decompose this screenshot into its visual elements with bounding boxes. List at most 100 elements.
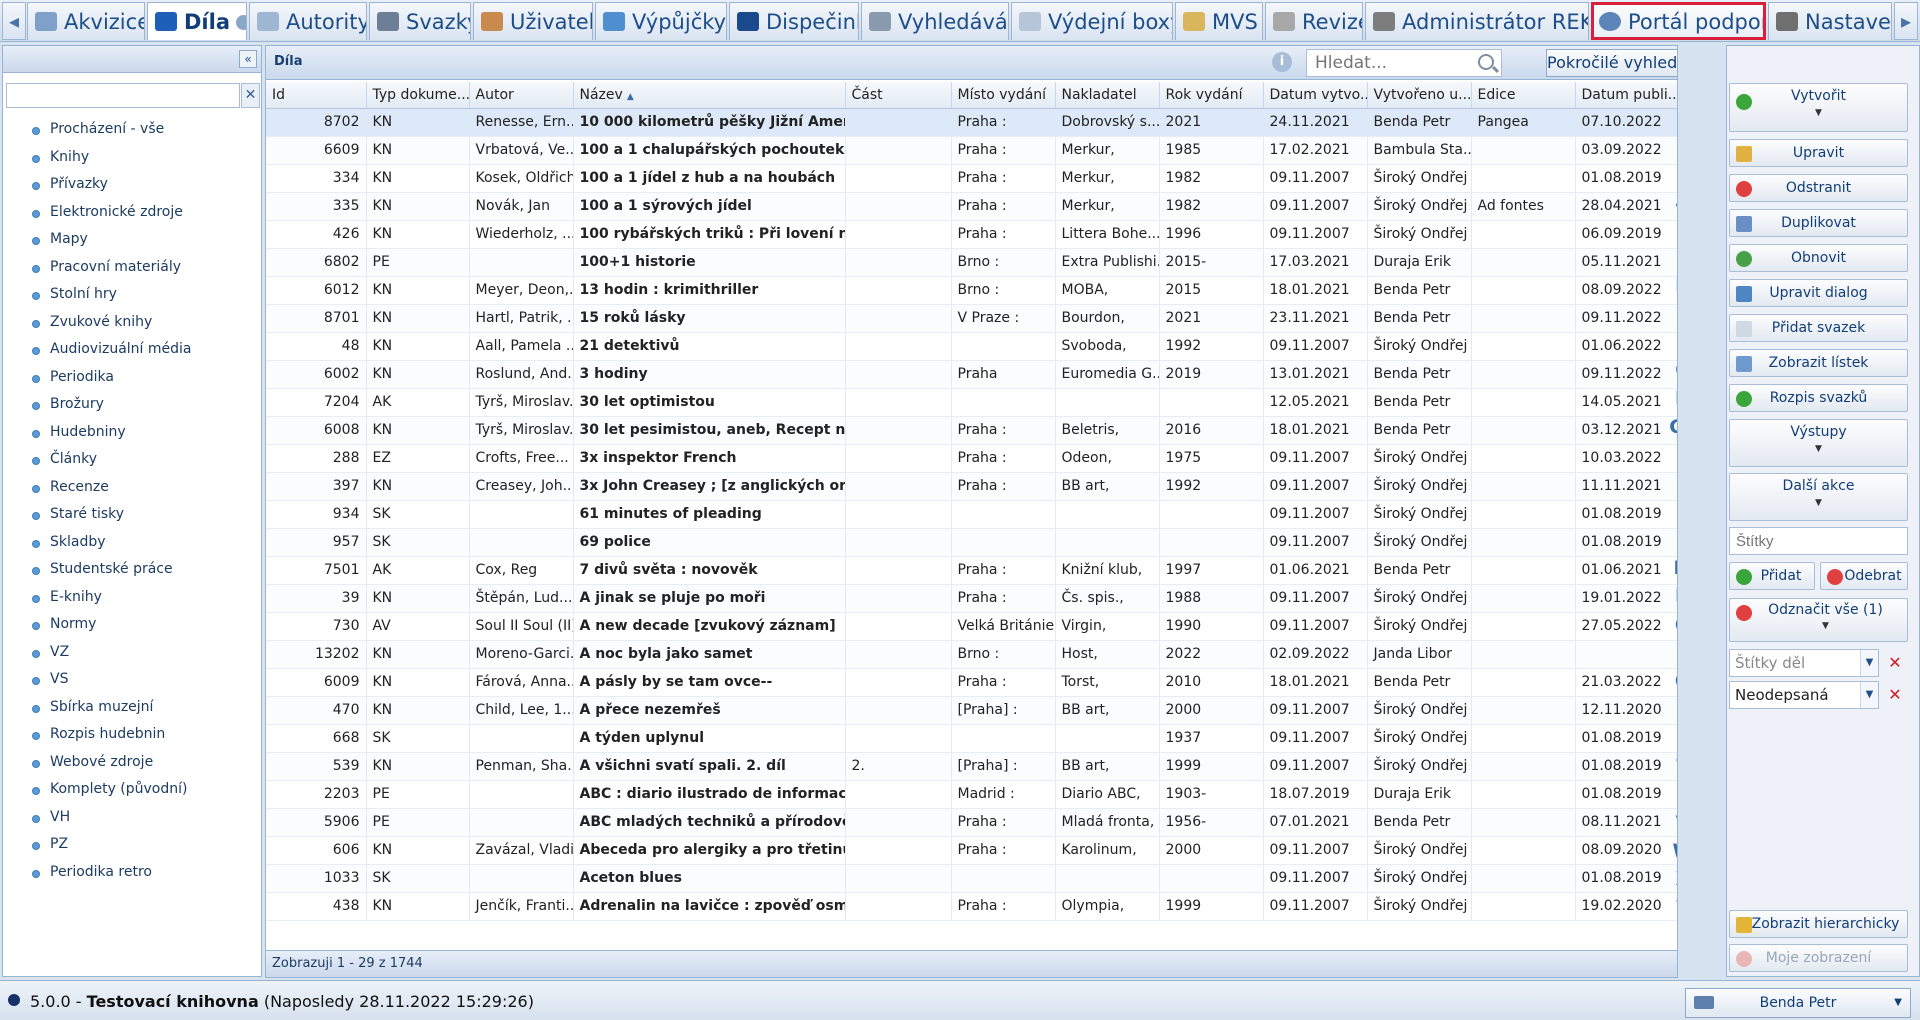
show-hierarchy-button[interactable]: Zobrazit hierarchicky <box>1729 910 1908 938</box>
alphabet-letter[interactable]: D <box>1669 271 1677 299</box>
alphabet-letter[interactable]: C <box>1669 243 1677 271</box>
table-row[interactable]: 606KNZavázal, Vladi...Abeceda pro alergi… <box>266 836 1677 865</box>
alphabet-letter[interactable]: J <box>1669 469 1677 497</box>
category-item[interactable]: Audiovizuální média <box>3 336 261 364</box>
table-row[interactable]: 730 AV Soul II Soul (II) A new decade [zvuk… <box>266 612 1677 641</box>
info-icon[interactable]: i <box>1272 52 1292 72</box>
table-row[interactable]: 48 KN Aall, Pamela ... 21 detektivů Svoboda,… <box>266 332 1677 361</box>
alphabet-letter[interactable]: V <box>1669 809 1677 837</box>
status-combo[interactable]: Neodepsaná ▼ <box>1729 681 1879 709</box>
clear-filter-button[interactable]: ✕ <box>241 83 260 108</box>
column-header[interactable]: Id <box>266 82 367 109</box>
category-item[interactable]: PZ <box>3 831 261 859</box>
table-row[interactable]: 397 KN Creasey, Joh... 3x John Creasey ; [z… <box>266 472 1677 501</box>
category-item[interactable]: Studentské práce <box>3 556 261 584</box>
alphabet-letter[interactable]: ⇑ <box>1669 158 1677 186</box>
add-tag-button[interactable]: Přidat <box>1729 562 1815 590</box>
column-header[interactable]: Edice <box>1471 82 1576 109</box>
remove-button[interactable]: Odstranit <box>1729 174 1908 202</box>
volume-list-button[interactable]: Rozpis svazků <box>1729 384 1908 412</box>
more-actions-button[interactable]: Další akce ▼ <box>1729 473 1908 521</box>
table-row[interactable]: 6009 KN Fárová, Anna... A pásly by se tam o… <box>266 668 1677 697</box>
column-header[interactable]: Datum vytvo... <box>1263 82 1368 109</box>
column-header[interactable]: Část <box>845 82 952 109</box>
tab-akvizice[interactable]: Akvizice <box>27 2 145 40</box>
category-item[interactable]: Články <box>3 446 261 474</box>
tab-mvs[interactable]: MVS <box>1175 2 1263 40</box>
unmark-all-button[interactable]: Odznačit vše (1) ▼ <box>1729 598 1908 642</box>
tab-dila[interactable]: Díla <box>147 2 247 40</box>
alphabet-letter[interactable]: L <box>1669 526 1678 554</box>
category-item[interactable]: Pracovní materiály <box>3 254 261 282</box>
column-header[interactable]: Místo vydání <box>951 82 1056 109</box>
add-volume-button[interactable]: Přidat svazek <box>1729 314 1908 342</box>
alphabet-letter[interactable]: H <box>1669 384 1677 412</box>
dropdown-arrow-icon[interactable]: ▼ <box>1860 682 1878 708</box>
table-row[interactable]: 335 KN Novák, Jan 100 a 1 sýrových jídel Pra… <box>266 192 1677 221</box>
column-header[interactable]: Název ▲ <box>573 82 846 109</box>
remove-tag-button[interactable]: Odebrat <box>1820 562 1908 590</box>
alphabet-letter[interactable]: Z <box>1669 922 1677 950</box>
tab-revize[interactable]: Revize <box>1265 2 1363 40</box>
create-button[interactable]: Vytvořit ▼ <box>1729 83 1908 132</box>
refresh-button[interactable]: Obnovit <box>1729 244 1908 272</box>
search-input[interactable] <box>1306 49 1502 77</box>
tabs-scroll-left-button[interactable]: ◂ <box>2 2 26 40</box>
table-row[interactable]: 6609 KN Vrbatová, Ve... 100 a 1 chalupářský… <box>266 136 1677 165</box>
alphabet-letter[interactable]: M <box>1669 554 1677 582</box>
tab-portal-podpory[interactable]: Portál podpory <box>1591 2 1766 40</box>
alphabet-letter[interactable]: A <box>1669 186 1677 214</box>
alphabet-letter[interactable]: K <box>1669 498 1677 526</box>
table-row[interactable]: 7501 AK Cox, Reg 7 divů světa : novověk Prah… <box>266 556 1677 585</box>
category-item[interactable]: VZ <box>3 639 261 667</box>
category-item[interactable]: VS <box>3 666 261 694</box>
work-tags-combo[interactable]: Štítky děl ▼ <box>1729 649 1879 677</box>
table-row[interactable]: 470 KN Child, Lee, 1... A přece nezemřeš [Pr… <box>266 696 1677 725</box>
table-row[interactable]: 668 SK A týden uplynul 1937 09.11.2007 Široký… <box>266 724 1677 753</box>
category-item[interactable]: Webové zdroje <box>3 749 261 777</box>
table-row[interactable]: 5906 PE ABC mladých techniků a přírodově..… <box>266 808 1677 837</box>
column-header[interactable]: Nakladatel <box>1055 82 1160 109</box>
table-row[interactable]: 6802 PE 100+1 historie Brno : Extra Publishi… <box>266 248 1677 277</box>
advanced-search-button[interactable]: Pokročilé vyhledávání <box>1546 49 1677 77</box>
category-item[interactable]: Elektronické zdroje <box>3 199 261 227</box>
alphabet-letter[interactable]: R <box>1669 696 1677 724</box>
category-item[interactable]: Komplety (původní) <box>3 776 261 804</box>
category-item[interactable]: Normy <box>3 611 261 639</box>
table-row[interactable]: 957 SK 69 police 09.11.2007 Široký Ondřej 01.… <box>266 528 1677 557</box>
my-views-button[interactable]: Moje zobrazení <box>1729 944 1908 972</box>
edit-dialog-button[interactable]: Upravit dialog <box>1729 279 1908 307</box>
alphabet-letter[interactable]: Ch <box>1669 413 1677 441</box>
tab-autority[interactable]: Autority <box>249 2 367 40</box>
dropdown-arrow-icon[interactable]: ▼ <box>1860 650 1878 676</box>
alphabet-letter[interactable]: S <box>1669 724 1677 752</box>
tab-dispecink[interactable]: Dispečink <box>729 2 859 40</box>
category-item[interactable]: Skladby <box>3 529 261 557</box>
alphabet-letter[interactable]: F <box>1669 328 1678 356</box>
column-header[interactable]: Rok vydání <box>1159 82 1264 109</box>
duplicate-button[interactable]: Duplikovat <box>1729 209 1908 237</box>
table-row[interactable]: 426 KN Wiederholz, ... 100 rybářských triků… <box>266 220 1677 249</box>
table-row[interactable]: 934 SK 61 minutes of pleading 09.11.2007 Šir… <box>266 500 1677 529</box>
alphabet-letter[interactable]: E <box>1669 299 1678 327</box>
column-header[interactable]: Vytvořeno u... <box>1367 82 1472 109</box>
category-item[interactable]: VH <box>3 804 261 832</box>
tab-vyhledavani[interactable]: Vyhledávání <box>861 2 1009 40</box>
table-row[interactable]: 6012 KN Meyer, Deon,... 13 hodin : krimithr… <box>266 276 1677 305</box>
alphabet-letter[interactable]: X <box>1669 865 1677 893</box>
table-row[interactable]: 13202 KN Moreno-Garci... A noc byla jako sa… <box>266 640 1677 669</box>
clear-work-tags-button[interactable]: ✕ <box>1884 651 1906 675</box>
column-header[interactable]: Datum publi... <box>1575 82 1677 109</box>
show-card-button[interactable]: Zobrazit lístek <box>1729 349 1908 377</box>
tags-input[interactable] <box>1729 527 1908 555</box>
alphabet-letter[interactable]: P <box>1669 639 1677 667</box>
category-item[interactable]: Recenze <box>3 474 261 502</box>
tab-vydejni-boxy[interactable]: Výdejní boxy <box>1011 2 1173 40</box>
column-header[interactable]: Typ dokume... <box>366 82 470 109</box>
outputs-button[interactable]: Výstupy ▼ <box>1729 419 1908 467</box>
table-row[interactable]: 1033 SK Aceton blues 09.11.2007 Široký Ondře… <box>266 864 1677 893</box>
category-item[interactable]: Periodika <box>3 364 261 392</box>
user-menu-button[interactable]: Benda Petr ▼ <box>1685 988 1911 1018</box>
category-item[interactable]: Staré tisky <box>3 501 261 529</box>
tab-vypujcky[interactable]: Výpůjčky <box>595 2 727 40</box>
